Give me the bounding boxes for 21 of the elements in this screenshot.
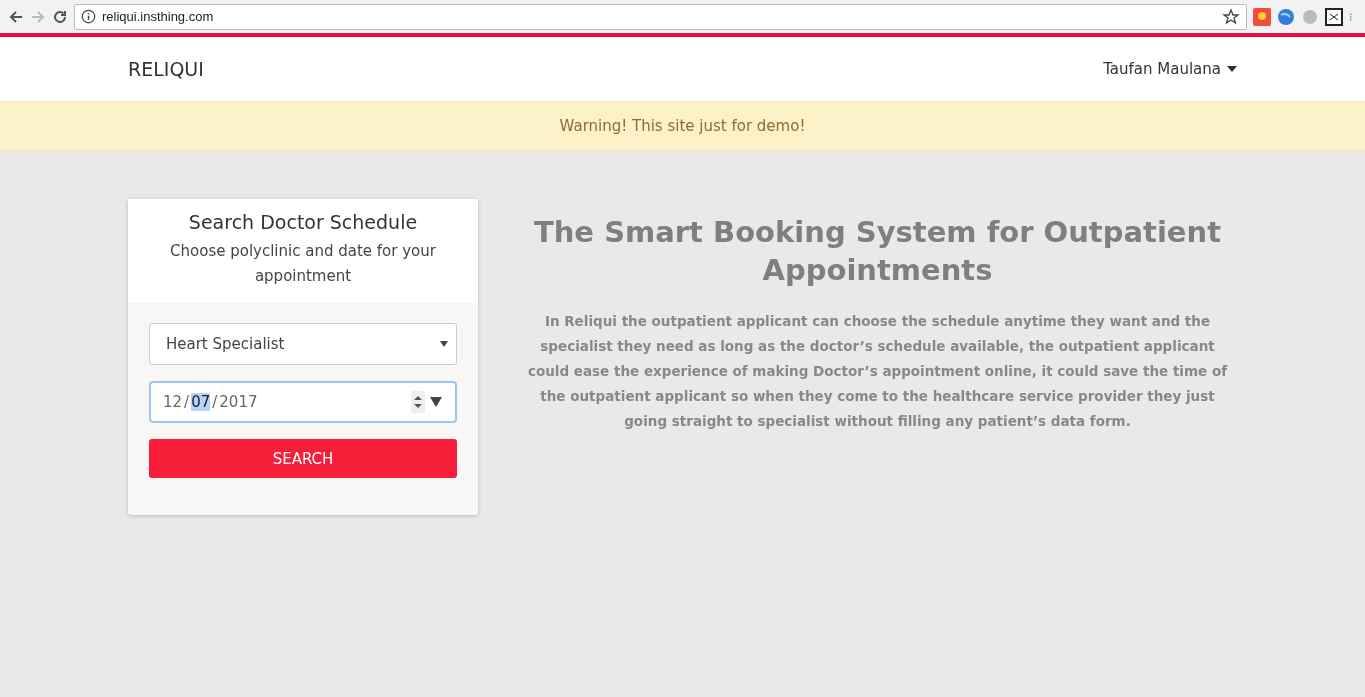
- extension-icon[interactable]: [1325, 7, 1343, 26]
- user-menu[interactable]: Taufan Maulana: [1103, 60, 1237, 78]
- search-button[interactable]: SEARCH: [149, 439, 457, 478]
- dropdown-caret-icon[interactable]: [429, 396, 443, 408]
- date-field[interactable]: 12/07/2017: [149, 381, 457, 423]
- info-icon: [81, 9, 96, 24]
- globe-icon[interactable]: [1277, 7, 1295, 26]
- caret-icon: [440, 341, 448, 347]
- star-icon[interactable]: [1222, 7, 1240, 26]
- card-subtitle: Choose polyclinic and date for your appointment: [169, 241, 437, 287]
- polyclinic-select[interactable]: Heart Specialist: [149, 323, 457, 365]
- hero-title: The Smart Booking System for Outpatient Appointments: [532, 214, 1223, 289]
- card-title: Search Doctor Schedule: [187, 211, 419, 233]
- alert-text: Warning! This site just for demo!: [559, 117, 806, 135]
- caret-icon: [1227, 66, 1237, 72]
- back-arrow-icon[interactable]: [8, 8, 24, 25]
- brand-link[interactable]: RELIQUI: [128, 58, 204, 80]
- spinner-icon[interactable]: [411, 391, 425, 413]
- address-bar[interactable]: reliqui.insthing.com: [74, 3, 1247, 30]
- hero-description: In Reliqui the outpatient applicant can choose the schedule anytime they want and the specialist they need as long as the doctor’s schedule available, the outpatient applicant could ease the experience of making Doctor’s appointment online, it could save the time of the outpatient applicant so when they come to the healthcare service provider they just going straight to specialist without filling any patient’s data form.: [526, 312, 1229, 431]
- reload-icon[interactable]: [52, 8, 68, 25]
